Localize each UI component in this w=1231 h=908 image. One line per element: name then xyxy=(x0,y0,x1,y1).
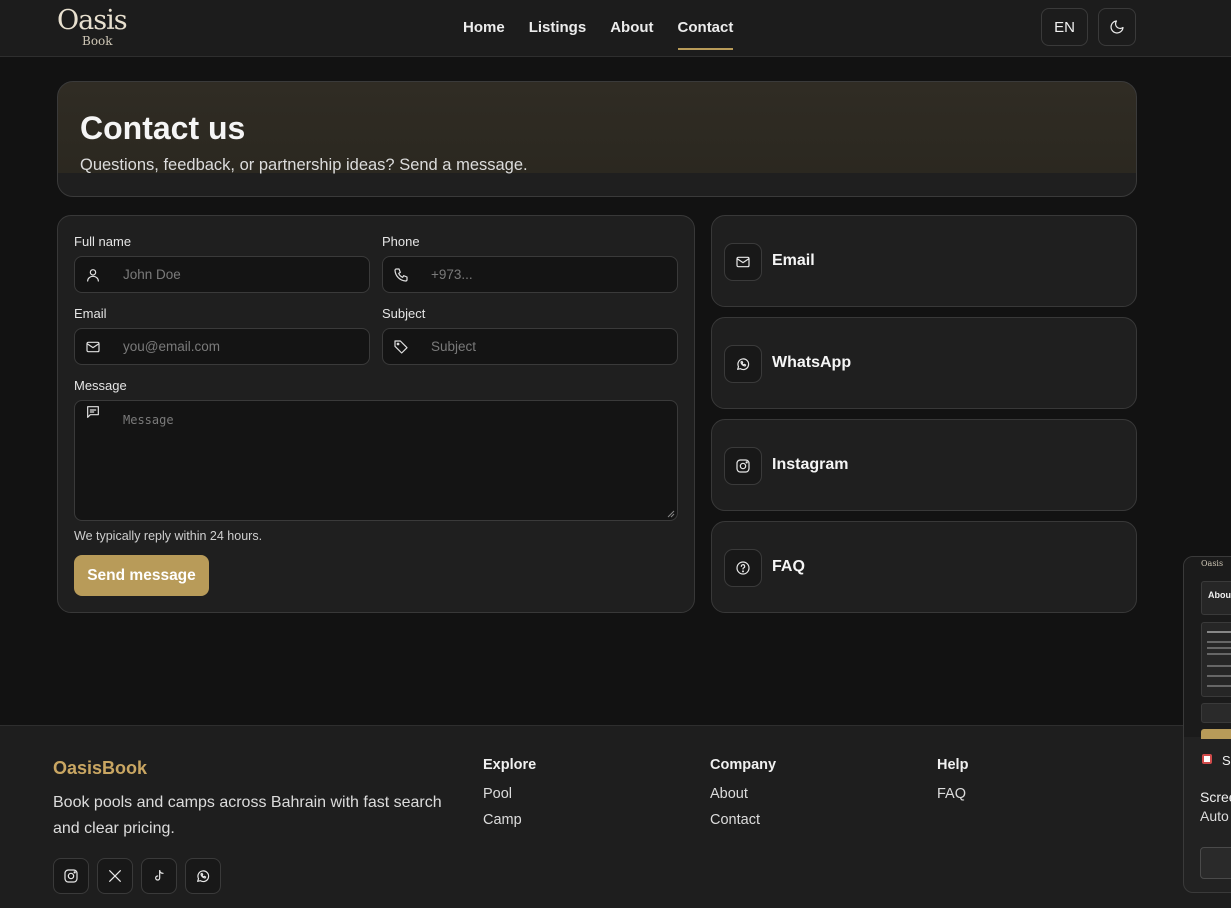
message-textarea[interactable]: Message xyxy=(74,400,678,521)
footer-help-title: Help xyxy=(937,757,969,773)
preview-action-button[interactable] xyxy=(1200,847,1231,879)
contact-form: Full name John Doe Phone +973... Email y… xyxy=(57,215,695,613)
footer-explore-title: Explore xyxy=(483,757,537,773)
phone-field[interactable]: +973... xyxy=(382,256,678,293)
footer-link-camp[interactable]: Camp xyxy=(483,812,536,828)
reply-hint: We typically reply within 24 hours. xyxy=(74,529,263,543)
footer-link-pool[interactable]: Pool xyxy=(483,786,536,802)
message-label: Message xyxy=(74,378,127,393)
whatsapp-link[interactable] xyxy=(185,858,221,894)
preview-accent-button xyxy=(1201,729,1231,739)
full-name-label: Full name xyxy=(74,234,132,249)
email-channel-card[interactable]: Email xyxy=(711,215,1137,307)
screenshot-preview-popup[interactable]: Oasis Abou S Scree Auto xyxy=(1183,556,1231,893)
tiktok-link[interactable] xyxy=(141,858,177,894)
full-name-field[interactable]: John Doe xyxy=(74,256,370,293)
full-name-placeholder: John Doe xyxy=(123,267,181,282)
whatsapp-channel-icon-box xyxy=(724,345,762,383)
faq-channel-icon-box xyxy=(724,549,762,587)
faq-channel-card[interactable]: FAQ xyxy=(711,521,1137,613)
preview-thumbnail[interactable]: Oasis Abou xyxy=(1184,557,1231,739)
preview-card: Abou xyxy=(1201,581,1231,615)
preview-app-name: S xyxy=(1222,753,1231,768)
preview-card-title: Abou xyxy=(1208,590,1231,600)
nav-contact[interactable]: Contact xyxy=(677,0,733,57)
nav-home[interactable]: Home xyxy=(463,0,505,57)
tag-icon xyxy=(394,340,408,354)
instagram-channel-icon-box xyxy=(724,447,762,485)
preview-button xyxy=(1201,703,1231,723)
footer-company-title: Company xyxy=(710,757,777,773)
subject-label: Subject xyxy=(382,306,426,321)
instagram-icon xyxy=(64,869,78,883)
snipping-tool-icon xyxy=(1202,754,1212,764)
whatsapp-channel-label: WhatsApp xyxy=(772,354,852,371)
mail-icon xyxy=(86,341,100,353)
preview-logo: Oasis xyxy=(1201,559,1224,568)
instagram-icon xyxy=(736,459,750,473)
footer-help-column: Help FAQ xyxy=(937,757,968,812)
email-field[interactable]: you@email.com xyxy=(74,328,370,365)
resize-handle-icon[interactable] xyxy=(667,510,675,518)
footer-brand: OasisBook xyxy=(53,758,148,778)
tiktok-icon xyxy=(155,870,164,881)
send-message-button[interactable]: Send message xyxy=(74,555,209,596)
message-icon xyxy=(87,406,99,418)
x-icon xyxy=(109,870,121,882)
mail-icon xyxy=(736,256,750,268)
whatsapp-icon xyxy=(197,870,210,883)
whatsapp-icon xyxy=(737,358,750,371)
subject-field[interactable]: Subject xyxy=(382,328,678,365)
footer-link-contact[interactable]: Contact xyxy=(710,812,776,828)
x-link[interactable] xyxy=(97,858,133,894)
whatsapp-channel-card[interactable]: WhatsApp xyxy=(711,317,1137,409)
email-label: Email xyxy=(74,306,107,321)
instagram-link[interactable] xyxy=(53,858,89,894)
email-channel-label: Email xyxy=(772,252,815,269)
instagram-channel-label: Instagram xyxy=(772,456,849,473)
logo[interactable]: Oasis Book xyxy=(57,6,137,50)
instagram-channel-card[interactable]: Instagram xyxy=(711,419,1137,511)
theme-toggle-button[interactable] xyxy=(1098,8,1136,46)
phone-placeholder: +973... xyxy=(431,267,473,282)
footer-tagline: Book pools and camps across Bahrain with… xyxy=(53,794,442,837)
logo-sub: Book xyxy=(82,34,113,48)
page-title: Contact us xyxy=(80,110,246,146)
top-navbar: Oasis Book Home Listings About Contact E… xyxy=(0,0,1231,57)
subject-placeholder: Subject xyxy=(431,339,477,354)
moon-icon xyxy=(1110,20,1124,34)
language-button[interactable]: EN xyxy=(1041,8,1088,46)
footer-link-about[interactable]: About xyxy=(710,786,776,802)
logo-main: Oasis xyxy=(57,5,128,36)
nav-about[interactable]: About xyxy=(610,0,653,57)
main-nav: Home Listings About Contact xyxy=(463,0,733,57)
email-placeholder: you@email.com xyxy=(123,339,220,354)
phone-label: Phone xyxy=(382,234,420,249)
contact-hero: Contact us Questions, feedback, or partn… xyxy=(57,81,1137,197)
help-circle-icon xyxy=(736,561,750,575)
preview-content-card xyxy=(1201,622,1231,697)
footer-company-column: Company About Contact xyxy=(710,757,776,838)
footer-explore-column: Explore Pool Camp xyxy=(483,757,536,838)
social-links xyxy=(53,858,221,894)
message-placeholder: Message xyxy=(123,413,174,427)
faq-channel-label: FAQ xyxy=(772,558,805,575)
preview-line-1: Scree xyxy=(1200,789,1231,805)
footer-link-faq[interactable]: FAQ xyxy=(937,786,968,802)
email-channel-icon-box xyxy=(724,243,762,281)
user-icon xyxy=(87,269,99,282)
page-subtitle: Questions, feedback, or partnership idea… xyxy=(80,156,528,174)
preview-line-2: Auto xyxy=(1200,808,1229,824)
phone-icon xyxy=(394,268,408,282)
site-footer: OasisBook Book pools and camps across Ba… xyxy=(0,725,1231,908)
nav-listings[interactable]: Listings xyxy=(529,0,587,57)
